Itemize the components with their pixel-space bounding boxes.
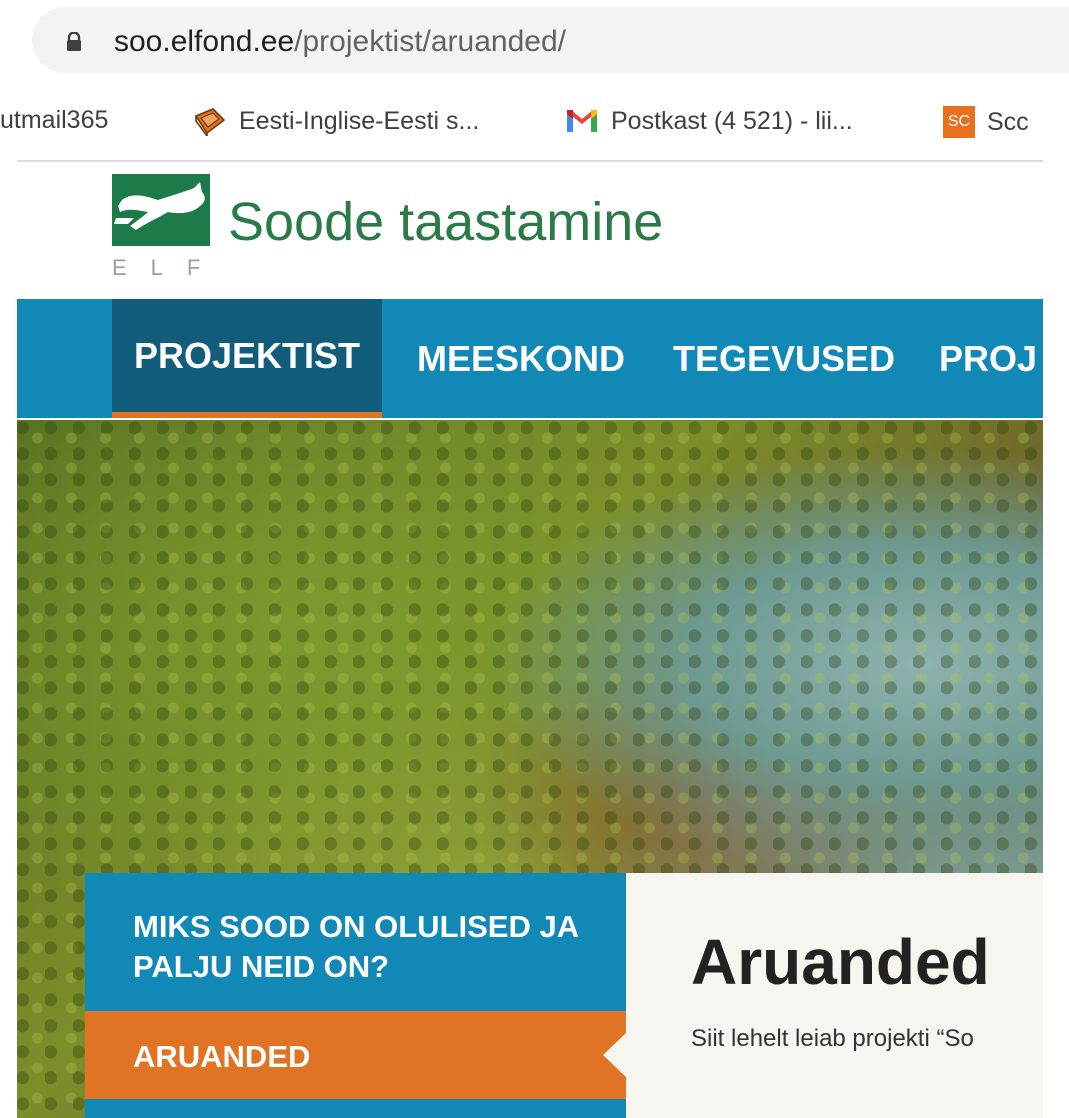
gmail-icon	[567, 110, 597, 132]
side-menu-label: ARUANDED	[133, 1039, 311, 1074]
intro-text: Siit lehelt leiab projekti “So	[691, 1025, 974, 1052]
nav-item-label: MEESKOND	[417, 337, 626, 379]
main-nav: PROJEKTIST MEESKOND TEGEVUSED PROJ	[17, 299, 1043, 418]
bookmark-label: Eesti-Inglise-Eesti s...	[239, 106, 480, 135]
url-path: /projektist/aruanded/	[294, 25, 566, 58]
elf-logo[interactable]	[112, 174, 210, 246]
bookmark-gmail[interactable]: Postkast (4 521) - lii...	[565, 106, 853, 136]
address-bar[interactable]: soo.elfond.ee/projektist/aruanded/	[32, 7, 1069, 73]
url-text[interactable]: soo.elfond.ee/projektist/aruanded/	[114, 25, 566, 59]
bookmark-label: Postkast (4 521) - lii...	[611, 106, 853, 135]
page-title: Aruanded	[691, 926, 990, 998]
site-title[interactable]: Soode taastamine	[228, 191, 663, 253]
lock-icon	[67, 32, 81, 51]
bookmarks-divider	[17, 160, 1043, 162]
content-panel: Aruanded Siit lehelt leiab projekti “So	[626, 873, 1043, 1118]
side-menu-label: MIKS SOOD ON OLULISED JA PALJU NEID ON?	[133, 909, 578, 984]
logo-letters: ELF	[112, 255, 225, 280]
nav-item-label: PROJEKTIST	[134, 334, 361, 376]
nav-item-label: PROJ	[939, 337, 1038, 379]
nav-item-projektist[interactable]: PROJEKTIST	[112, 299, 383, 418]
nav-item-label: TEGEVUSED	[673, 337, 896, 379]
sc-icon: SC	[943, 106, 975, 138]
side-menu-item-aruanded[interactable]: ARUANDED	[85, 1011, 626, 1099]
bookmark-label: Scc	[987, 107, 1029, 136]
bookmark-sc[interactable]: SC Scc	[943, 106, 1029, 138]
url-domain: soo.elfond.ee	[114, 25, 295, 58]
side-menu-item-next[interactable]	[85, 1099, 626, 1118]
bookmarks-bar: utmail365 Eesti-Inglise-Eesti s... Postk…	[0, 88, 1043, 150]
nav-item-tegevused[interactable]: TEGEVUSED	[673, 299, 895, 418]
book-icon	[194, 108, 226, 136]
bookmark-label: utmail365	[0, 106, 109, 134]
nav-item-projektid[interactable]: PROJ	[939, 299, 1037, 418]
active-indicator-arrow	[603, 1032, 627, 1078]
lynx-logo-icon	[114, 182, 205, 230]
bookmark-dictionary[interactable]: Eesti-Inglise-Eesti s...	[193, 106, 479, 136]
side-menu-item-why-bogs[interactable]: MIKS SOOD ON OLULISED JA PALJU NEID ON?	[85, 873, 626, 1011]
nav-item-meeskond[interactable]: MEESKOND	[417, 299, 625, 418]
bookmark-utmail[interactable]: utmail365	[0, 106, 108, 135]
